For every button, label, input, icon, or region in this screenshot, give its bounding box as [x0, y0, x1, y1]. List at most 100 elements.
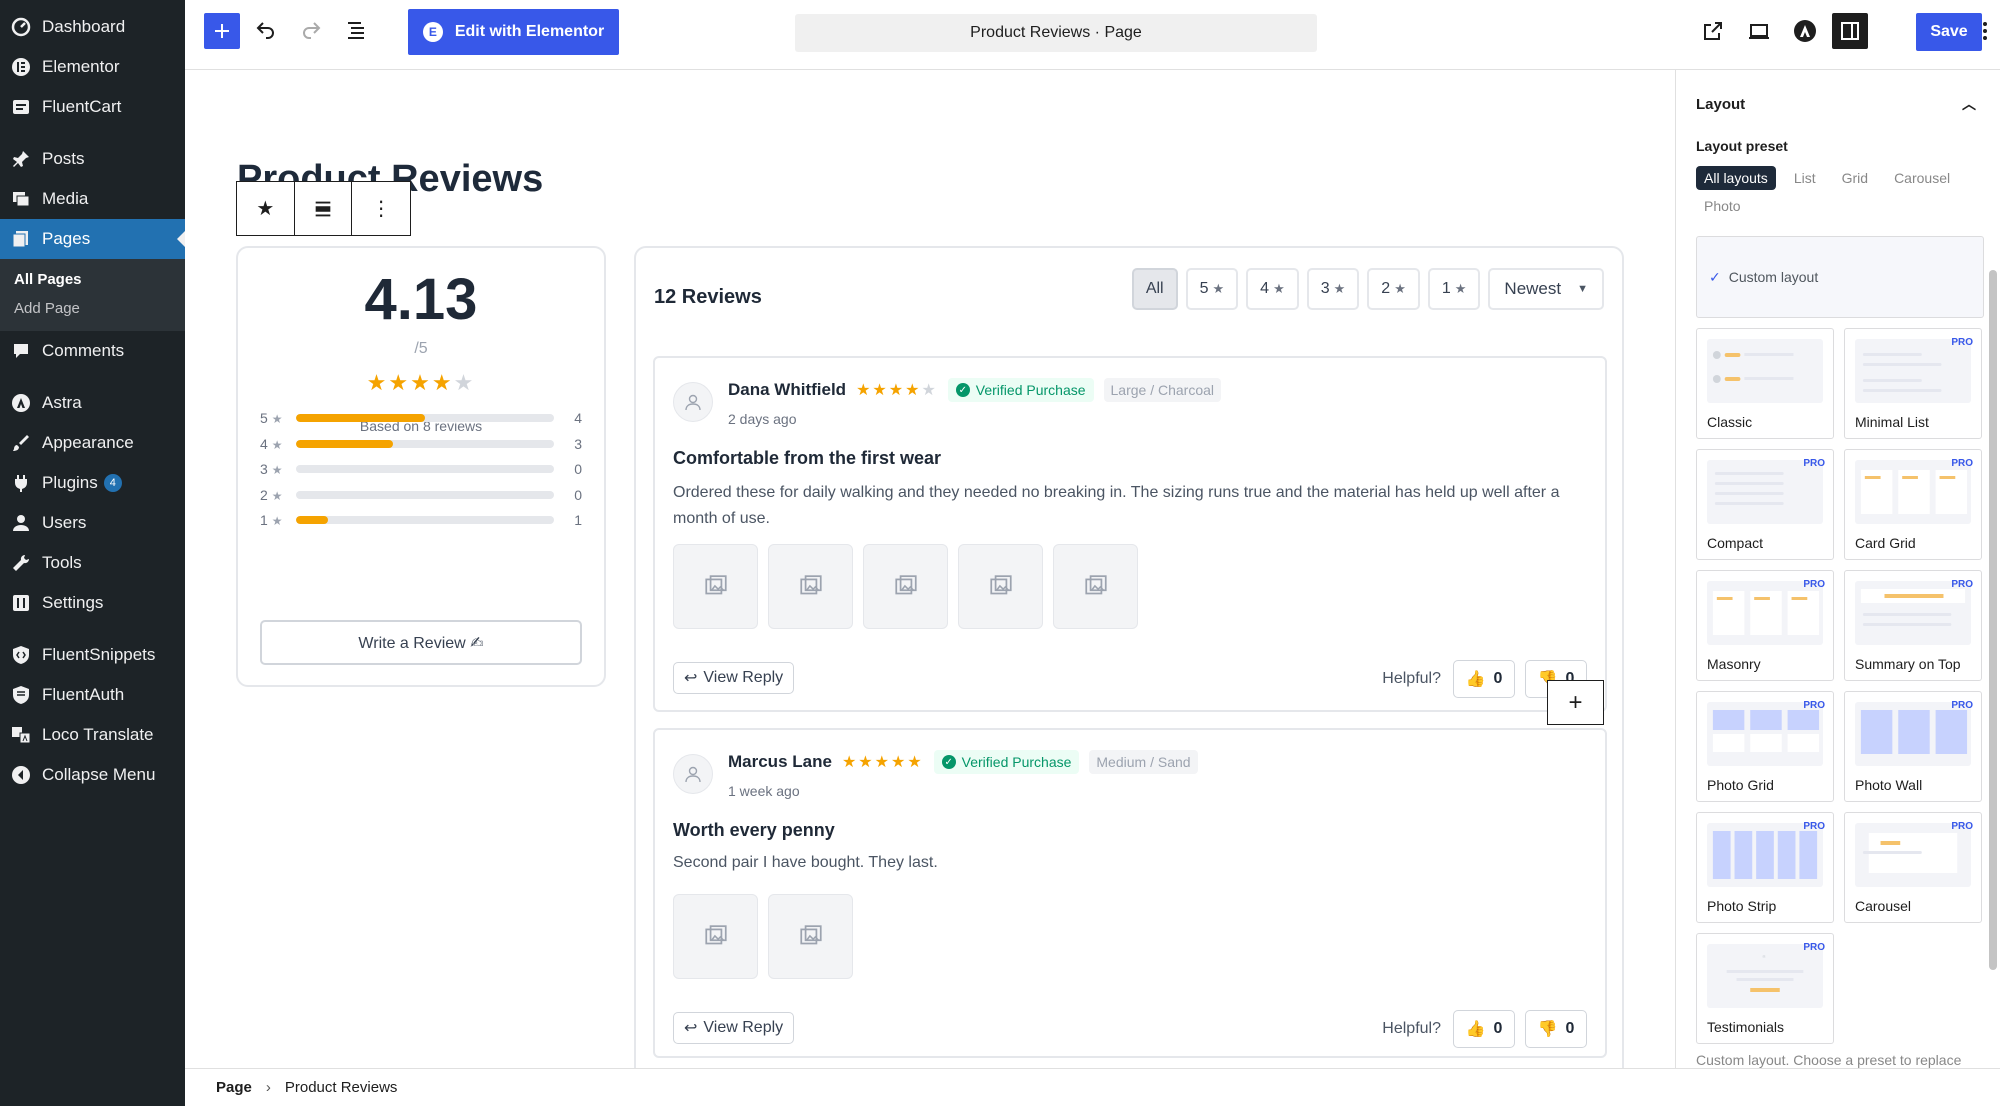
layout-name: Classic: [1707, 414, 1753, 430]
review-image-placeholder[interactable]: [768, 894, 853, 979]
options-menu-button[interactable]: [1970, 13, 2000, 49]
layout-option-summary-on-top[interactable]: PRO Summary on Top: [1844, 570, 1982, 681]
layout-option-compact[interactable]: PRO Compact: [1696, 449, 1834, 560]
distribution-count: 0: [574, 461, 582, 477]
star-empty-icon: ★: [921, 382, 938, 399]
sidebar-item-fluentsnippets[interactable]: FluentSnippets: [0, 635, 185, 675]
sidebar-item-settings[interactable]: Settings: [0, 583, 185, 623]
review-image-placeholder[interactable]: [673, 894, 758, 979]
more-vertical-icon: ⋮: [371, 198, 392, 220]
document-title-bar[interactable]: Product Reviews · Page: [795, 14, 1317, 52]
reviewer-name: Dana Whitfield: [728, 380, 847, 399]
review-stars: ★★★★★: [856, 380, 938, 400]
layout-option-carousel[interactable]: PRO Carousel: [1844, 812, 1982, 923]
view-page-button[interactable]: [1695, 13, 1731, 49]
review-images: [673, 544, 1138, 629]
star-filled-icon: ★: [410, 370, 432, 395]
block-align-button[interactable]: [295, 182, 353, 235]
sidebar-item-media[interactable]: Media: [0, 179, 185, 219]
sidebar-item-plugins[interactable]: Plugins 4: [0, 463, 185, 503]
breadcrumb-root[interactable]: Page: [216, 1079, 252, 1096]
filter-label: 2: [1381, 280, 1391, 297]
review-image-placeholder[interactable]: [1053, 544, 1138, 629]
block-options-button[interactable]: ⋮: [352, 182, 410, 235]
sidebar-item-users[interactable]: Users: [0, 503, 185, 543]
distribution-row[interactable]: 1 ★ 1: [260, 510, 586, 530]
block-inserter-button[interactable]: +: [1547, 680, 1604, 725]
filter-4-star-button[interactable]: 4 ★: [1246, 268, 1299, 310]
layout-option-card-grid[interactable]: PRO Card Grid: [1844, 449, 1982, 560]
preview-device-button[interactable]: [1741, 13, 1777, 49]
star-filled-icon: ★: [388, 370, 411, 395]
distribution-row[interactable]: 5 ★ 4: [260, 408, 586, 428]
document-overview-button[interactable]: [338, 13, 374, 49]
vote-up-button[interactable]: 👍 0: [1453, 1010, 1515, 1048]
submenu-item-add-page[interactable]: Add Page: [0, 294, 185, 323]
settings-toggle-button[interactable]: [1832, 13, 1868, 49]
write-review-button[interactable]: Write a Review ✍: [260, 620, 582, 665]
sidebar-item-appearance[interactable]: Appearance: [0, 423, 185, 463]
sidebar-item-elementor[interactable]: Elementor: [0, 47, 185, 87]
preset-tab-all-layouts[interactable]: All layouts: [1696, 166, 1776, 190]
settings-scrollbar[interactable]: [1989, 270, 1997, 970]
helpful-label: Helpful?: [1382, 1020, 1441, 1037]
sidebar-item-loco-translate[interactable]: Loco Translate: [0, 715, 185, 755]
add-block-button[interactable]: [204, 13, 240, 49]
filter-3-star-button[interactable]: 3 ★: [1306, 268, 1360, 310]
preset-tab-carousel[interactable]: Carousel: [1886, 166, 1958, 190]
thumbs-down-icon: 👎: [1537, 1021, 1558, 1038]
sidebar-item-posts[interactable]: Posts: [0, 139, 185, 179]
star-filled-icon: ★: [874, 754, 891, 771]
layout-option-photo-wall[interactable]: PRO Photo Wall: [1844, 691, 1982, 802]
astra-settings-button[interactable]: [1787, 13, 1823, 49]
view-reply-button[interactable]: ↩ View Reply: [673, 662, 795, 694]
sidebar-item-astra[interactable]: Astra: [0, 383, 185, 423]
custom-layout-label: Custom layout: [1728, 269, 1819, 285]
sidebar-item-label: FluentSnippets: [42, 645, 156, 664]
sidebar-item-pages[interactable]: Pages: [0, 219, 185, 259]
layout-name: Compact: [1707, 535, 1764, 551]
brush-icon: [10, 432, 32, 454]
layout-option-minimal-list[interactable]: PRO Minimal List: [1844, 328, 1982, 439]
view-reply-button[interactable]: ↩ View Reply: [673, 1012, 795, 1044]
filter-all-button[interactable]: All: [1131, 268, 1178, 310]
submenu-item-all-pages[interactable]: All Pages: [0, 265, 185, 294]
filter-5-star-button[interactable]: 5 ★: [1185, 268, 1239, 310]
distribution-row[interactable]: 4 ★ 3: [260, 434, 586, 454]
filter-2-star-button[interactable]: 2 ★: [1367, 268, 1420, 310]
sidebar-item-collapse-menu[interactable]: Collapse Menu: [0, 755, 185, 795]
sort-select[interactable]: Newest ▼: [1488, 268, 1604, 310]
filter-1-star-button[interactable]: 1 ★: [1427, 268, 1481, 310]
vote-up-button[interactable]: 👍 0: [1453, 660, 1515, 698]
sidebar-item-tools[interactable]: Tools: [0, 543, 185, 583]
block-type-button[interactable]: ★: [237, 182, 295, 235]
sidebar-item-dashboard[interactable]: Dashboard: [0, 7, 185, 47]
breadcrumb-current[interactable]: Product Reviews: [285, 1079, 398, 1096]
star-level-number: 5: [260, 410, 268, 426]
sidebar-item-fluentcart[interactable]: FluentCart: [0, 87, 185, 127]
review-image-placeholder[interactable]: [863, 544, 948, 629]
preset-tab-grid[interactable]: Grid: [1834, 166, 1876, 190]
star-filled-icon: ★: [907, 754, 924, 771]
undo-button[interactable]: [248, 13, 284, 49]
layout-option-testimonials[interactable]: “ PRO Testimonials: [1696, 933, 1834, 1044]
layout-option-photo-grid[interactable]: PRO Photo Grid: [1696, 691, 1834, 802]
review-image-placeholder[interactable]: [768, 544, 853, 629]
vote-down-button[interactable]: 👎0: [1525, 1010, 1587, 1048]
layout-panel-header[interactable]: Layout ︿: [1696, 92, 1976, 116]
preset-tab-list[interactable]: List: [1786, 166, 1824, 190]
distribution-row[interactable]: 2 ★ 0: [260, 485, 586, 505]
edit-with-elementor-button[interactable]: E Edit with Elementor: [408, 9, 619, 55]
review-image-placeholder[interactable]: [958, 544, 1043, 629]
preset-tab-photo[interactable]: Photo: [1696, 194, 1749, 218]
review-image-placeholder[interactable]: [673, 544, 758, 629]
sidebar-item-comments[interactable]: Comments: [0, 331, 185, 371]
distribution-row[interactable]: 3 ★ 0: [260, 459, 586, 479]
custom-layout-option[interactable]: ✓ Custom layout: [1696, 236, 1984, 318]
filter-label: 1: [1441, 280, 1451, 297]
redo-button[interactable]: [293, 13, 329, 49]
layout-option-photo-strip[interactable]: PRO Photo Strip: [1696, 812, 1834, 923]
layout-option-classic[interactable]: Classic: [1696, 328, 1834, 439]
sidebar-item-fluentauth[interactable]: FluentAuth: [0, 675, 185, 715]
layout-option-masonry[interactable]: PRO Masonry: [1696, 570, 1834, 681]
